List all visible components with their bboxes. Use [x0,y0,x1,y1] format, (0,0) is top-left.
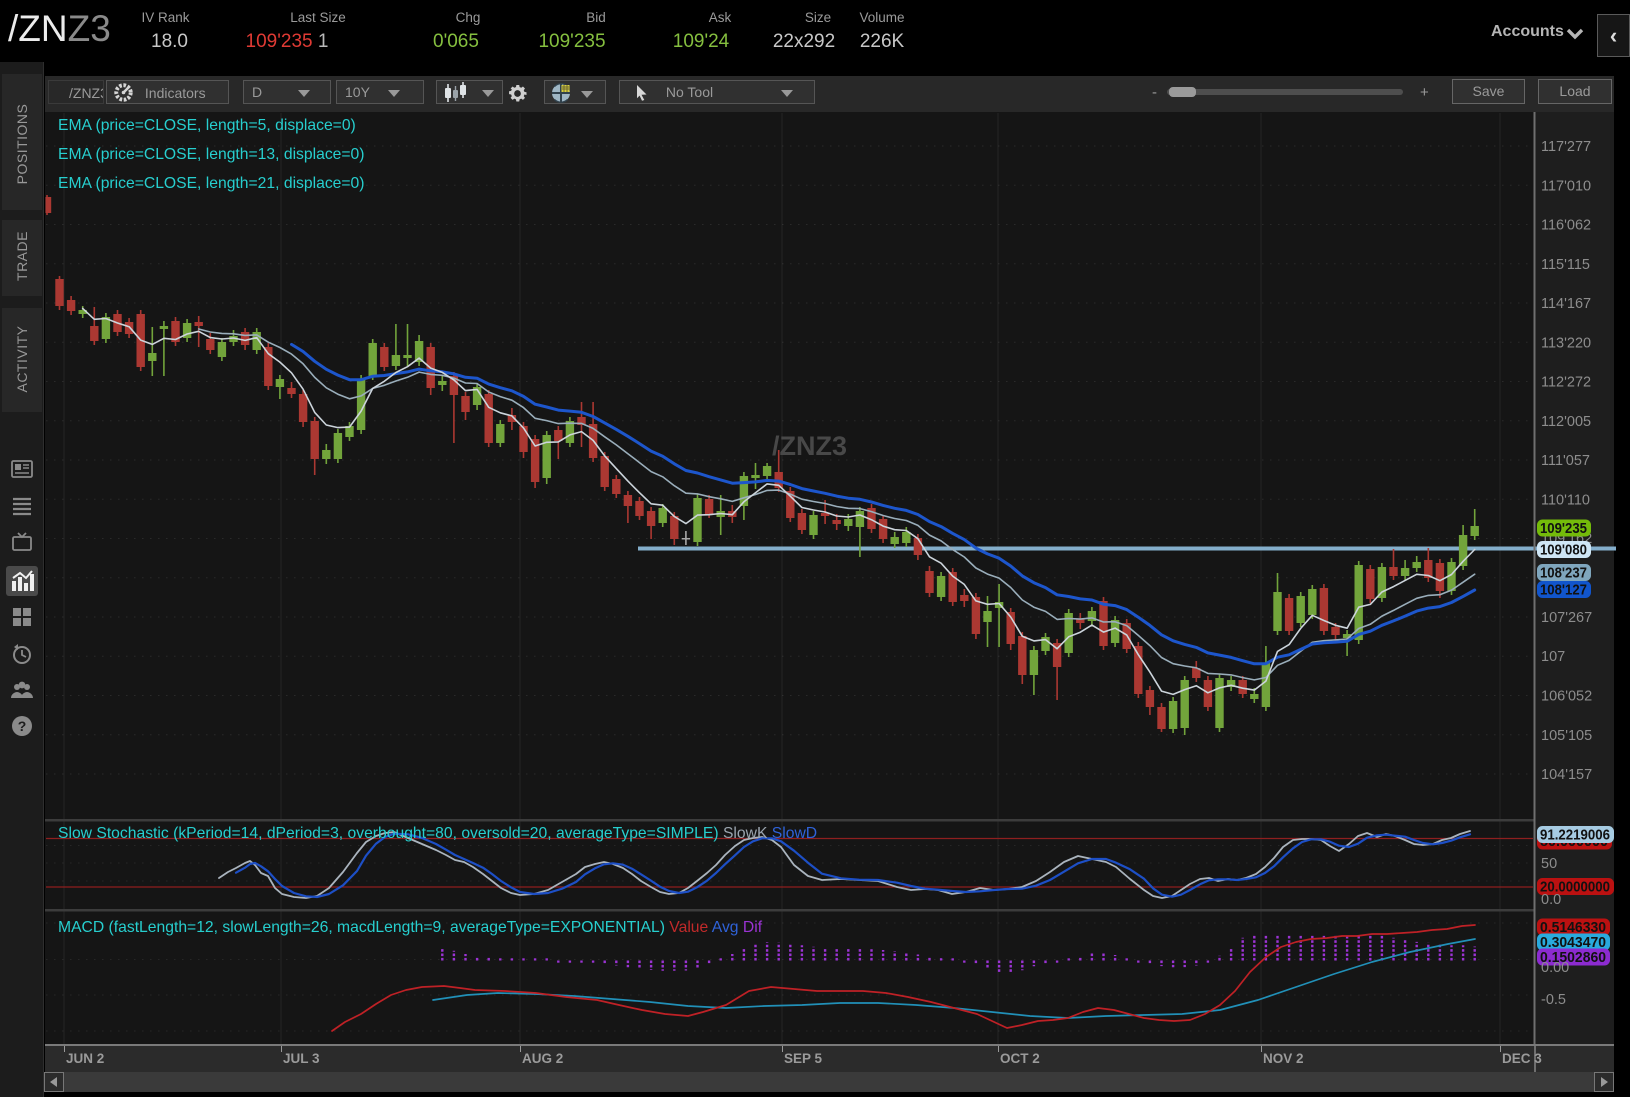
svg-text:112'272: 112'272 [1541,375,1591,391]
svg-text:114'167: 114'167 [1541,296,1591,312]
svg-text:EMA (price=CLOSE, length=5, di: EMA (price=CLOSE, length=5, displace=0) [58,117,356,134]
svg-text:117'277: 117'277 [1541,139,1591,155]
svg-text:/ZNZ3: /ZNZ3 [772,431,847,461]
svg-text:112'005: 112'005 [1541,414,1591,430]
svg-text:105'105: 105'105 [1541,728,1592,744]
svg-text:110'110: 110'110 [1541,492,1590,508]
svg-text:0.0: 0.0 [1541,892,1561,908]
svg-text:0.00: 0.00 [1541,960,1569,976]
svg-text:EMA (price=CLOSE, length=13, d: EMA (price=CLOSE, length=13, displace=0) [58,146,365,163]
svg-text:115'115: 115'115 [1541,257,1590,273]
svg-text:113'220: 113'220 [1541,335,1591,351]
svg-text:107: 107 [1541,649,1565,665]
svg-text:108'237: 108'237 [1540,566,1587,582]
svg-text:MACD (fastLength=12, slowLengt: MACD (fastLength=12, slowLength=26, macd… [58,919,763,936]
svg-text:91.2219006: 91.2219006 [1540,828,1610,844]
svg-text:117'010: 117'010 [1541,178,1591,194]
svg-text:108'127: 108'127 [1540,583,1587,599]
svg-text:107'267: 107'267 [1541,610,1592,626]
svg-text:104'157: 104'157 [1541,767,1592,783]
svg-text:Slow Stochastic (kPeriod=14, d: Slow Stochastic (kPeriod=14, dPeriod=3, … [58,825,817,842]
svg-text:-0.5: -0.5 [1541,992,1566,1008]
svg-text:109'235: 109'235 [1540,521,1587,537]
svg-text:106'052: 106'052 [1541,689,1592,705]
svg-text:EMA (price=CLOSE, length=21, d: EMA (price=CLOSE, length=21, displace=0) [58,175,365,192]
svg-text:50: 50 [1541,856,1557,872]
svg-text:111'057: 111'057 [1541,453,1590,469]
svg-text:116'062: 116'062 [1541,218,1591,234]
svg-text:109'080: 109'080 [1540,543,1587,559]
